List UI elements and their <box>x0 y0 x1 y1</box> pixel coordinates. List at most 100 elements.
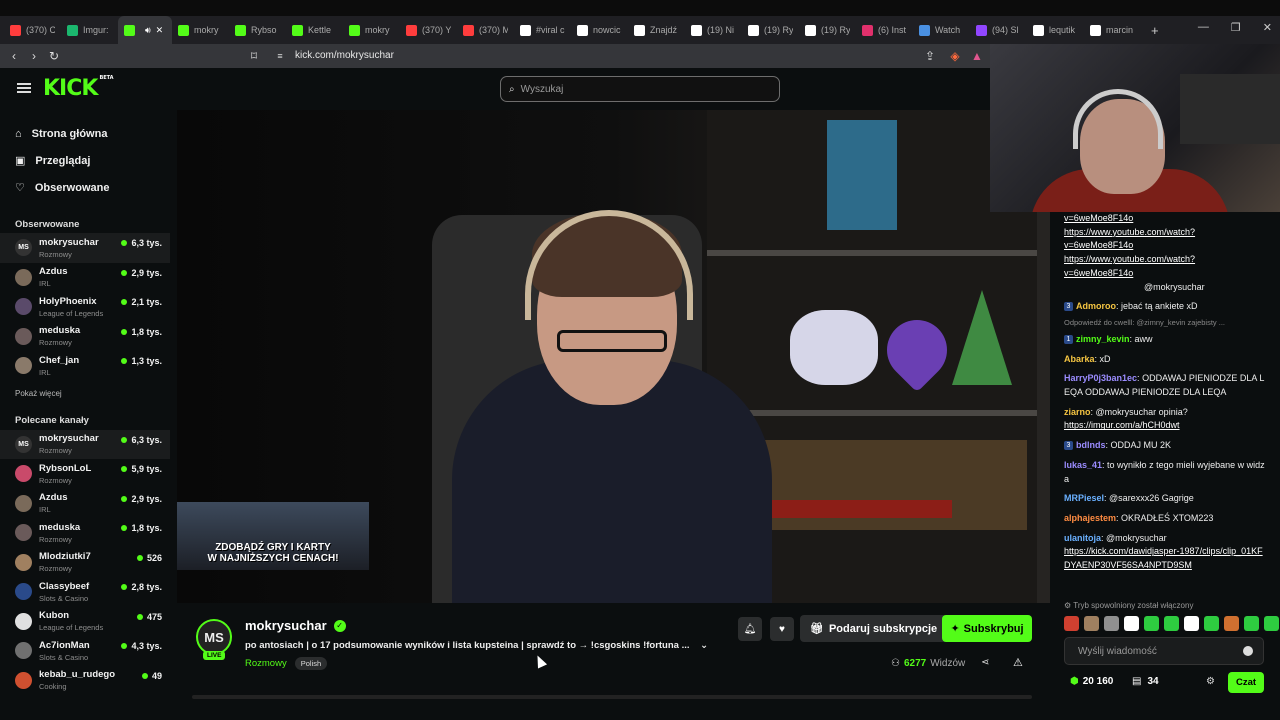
audio-icon[interactable]: 🔊︎ <box>145 25 151 36</box>
chest-counter[interactable]: ▤ 34 <box>1132 676 1159 687</box>
chat-link[interactable]: https://imgur.com/a/hCH0dwt <box>1064 419 1266 433</box>
browser-tab[interactable]: Znajdź <box>628 16 685 44</box>
browser-tab[interactable]: #viral c <box>514 16 571 44</box>
browser-tab[interactable]: (19) Ry <box>799 16 856 44</box>
chat-username[interactable]: zimny_kevin <box>1076 334 1130 344</box>
follow-heart-icon[interactable]: ♥ <box>770 617 794 641</box>
page-scrollbar[interactable] <box>192 695 1032 699</box>
reload-icon[interactable]: ↻ <box>44 49 64 63</box>
maximize-icon[interactable]: ❐ <box>1231 21 1241 34</box>
chat-username[interactable]: MRPiesel <box>1064 493 1104 503</box>
ad-banner[interactable]: ZDOBĄDŹ GRY I KARTY W NAJNIŻSZYCH CENACH! <box>177 502 369 570</box>
browser-tab[interactable]: Watch <box>913 16 970 44</box>
browser-tab[interactable]: (19) Ry <box>742 16 799 44</box>
browser-tab[interactable]: lequtik <box>1027 16 1084 44</box>
close-icon[interactable]: ✕ <box>1263 21 1272 34</box>
sidebar-channel[interactable]: Ac7ionMan Slots & Casino 4,3 tys. <box>0 636 170 666</box>
chat-username[interactable]: lukas_41 <box>1064 460 1102 470</box>
browser-tab[interactable]: 🔊︎ ✕ <box>118 16 172 44</box>
emote-icon[interactable] <box>1064 616 1079 631</box>
chat-username[interactable]: HarryP0j3ban1ec <box>1064 373 1137 383</box>
chat-link[interactable]: https://www.youtube.com/watch? <box>1064 226 1266 240</box>
share-icon[interactable]: ⇪ <box>920 49 940 63</box>
close-tab-icon[interactable]: ✕ <box>156 25 164 36</box>
video-player[interactable]: ZDOBĄDŹ GRY I KARTY W NAJNIŻSZYCH CENACH! <box>177 110 1050 603</box>
sidebar-channel[interactable]: Azdus IRL 2,9 tys. <box>0 263 170 293</box>
bookmark-icon[interactable]: ⌑ <box>244 49 264 63</box>
browser-tab[interactable]: (370) M <box>457 16 514 44</box>
emote-icon[interactable] <box>1184 616 1199 631</box>
notification-bell-icon[interactable]: 🔔︎ <box>738 617 762 641</box>
streamer-avatar[interactable]: MS <box>196 619 232 655</box>
new-tab-icon[interactable]: + <box>1151 23 1159 38</box>
sidebar-channel[interactable]: kebab_u_rudego Cooking 49 <box>0 666 170 696</box>
chat-link[interactable]: v=6weMoe8F14o <box>1064 267 1266 281</box>
send-chat-button[interactable]: Czat <box>1228 672 1264 693</box>
minimize-icon[interactable]: — <box>1198 21 1209 34</box>
chat-username[interactable]: Admoroo <box>1076 301 1116 311</box>
sidebar-channel[interactable]: Azdus IRL 2,9 tys. <box>0 489 170 519</box>
emote-icon[interactable] <box>1084 616 1099 631</box>
chat-link[interactable]: https://kick.com/dawidjasper-1987/clips/… <box>1064 545 1266 572</box>
site-info-icon[interactable]: ≡ <box>270 51 290 61</box>
report-icon[interactable]: ⚠ <box>1013 656 1023 669</box>
emote-icon[interactable] <box>1244 616 1259 631</box>
browser-tab[interactable]: (94) Sl <box>970 16 1027 44</box>
browser-tab[interactable]: marcin <box>1084 16 1141 44</box>
gift-subs-button[interactable]: 🎁︎ Podaruj subskrypcje <box>800 615 948 642</box>
emote-icon[interactable] <box>1124 616 1139 631</box>
browser-tab[interactable]: (370) C <box>4 16 61 44</box>
streamer-name[interactable]: mokrysuchar <box>245 618 327 633</box>
nav-item[interactable]: ♡ Obserwowane <box>15 174 170 201</box>
chat-username[interactable]: alphajestem <box>1064 513 1116 523</box>
search-input[interactable]: ⌕ Wyszukaj <box>500 76 780 102</box>
emote-icon[interactable] <box>1144 616 1159 631</box>
browser-tab[interactable]: (6) Inst <box>856 16 913 44</box>
sidebar-channel[interactable]: Mlodziutki7 Rozmowy 526 <box>0 548 170 578</box>
show-more-link[interactable]: Pokaż więcej <box>0 384 170 404</box>
browser-tab[interactable]: (19) Ni <box>685 16 742 44</box>
browser-tab[interactable]: Rybso <box>229 16 286 44</box>
chat-input[interactable]: Wyślij wiadomość <box>1064 637 1264 665</box>
chevron-down-icon[interactable]: ⌄ <box>700 640 708 651</box>
sidebar-channel[interactable]: Kubon League of Legends 475 <box>0 607 170 637</box>
browser-tab[interactable]: Imgur: <box>61 16 118 44</box>
browser-tab[interactable]: mokry <box>172 16 229 44</box>
url-field[interactable]: kick.com/mokrysuchar <box>295 50 394 61</box>
chat-link[interactable]: v=6weMoe8F14o <box>1064 239 1266 253</box>
sidebar-channel[interactable]: HolyPhoenix League of Legends 2,1 tys. <box>0 292 170 322</box>
sidebar-channel[interactable]: meduska Rozmowy 1,8 tys. <box>0 518 170 548</box>
browser-tab[interactable]: nowcic <box>571 16 628 44</box>
share-icon[interactable]: ⋖ <box>981 657 989 668</box>
forward-icon[interactable]: › <box>24 49 44 63</box>
chat-link[interactable]: https://www.youtube.com/watch? <box>1064 253 1266 267</box>
sidebar-channel[interactable]: meduska Rozmowy 1,8 tys. <box>0 322 170 352</box>
emote-icon[interactable] <box>1204 616 1219 631</box>
menu-icon[interactable] <box>17 83 31 93</box>
emote-icon[interactable] <box>1164 616 1179 631</box>
nav-item[interactable]: ⌂ Strona główna <box>15 120 170 147</box>
browser-tab[interactable]: Kettle <box>286 16 343 44</box>
sidebar-channel[interactable]: Classybeef Slots & Casino 2,8 tys. <box>0 577 170 607</box>
subscribe-button[interactable]: ✦ Subskrybuj <box>942 615 1032 642</box>
chat-settings-icon[interactable]: ⚙ <box>1206 676 1215 687</box>
browser-tab[interactable]: mokry <box>343 16 400 44</box>
stream-category[interactable]: Rozmowy <box>245 658 287 669</box>
sidebar-channel[interactable]: Chef_jan IRL 1,3 tys. <box>0 351 170 381</box>
chat-username[interactable]: ulanitoja <box>1064 533 1101 543</box>
chat-username[interactable]: ziarno <box>1064 407 1091 417</box>
browser-tab[interactable]: (370) Y <box>400 16 457 44</box>
reply-context[interactable]: Odpowiedź do cwelll: @zimny_kevin zajebi… <box>1050 318 1280 327</box>
emote-icon[interactable] <box>1264 616 1279 631</box>
back-icon[interactable]: ‹ <box>4 49 24 63</box>
brave-shield-icon[interactable]: ◈ <box>945 49 965 63</box>
emote-icon[interactable] <box>1104 616 1119 631</box>
language-tag[interactable]: Polish <box>294 657 328 670</box>
channel-points[interactable]: ⬢ 20 160 <box>1070 676 1113 687</box>
rewards-icon[interactable]: ▲ <box>967 49 987 63</box>
sidebar-channel[interactable]: MS mokrysuchar Rozmowy 6,3 tys. <box>0 233 170 263</box>
sidebar-channel[interactable]: RybsonLoL Rozmowy 5,9 tys. <box>0 459 170 489</box>
chat-username[interactable]: Abarka <box>1064 354 1095 364</box>
sidebar-channel[interactable]: MS mokrysuchar Rozmowy 6,3 tys. <box>0 429 170 459</box>
emoji-icon[interactable] <box>1243 646 1253 656</box>
